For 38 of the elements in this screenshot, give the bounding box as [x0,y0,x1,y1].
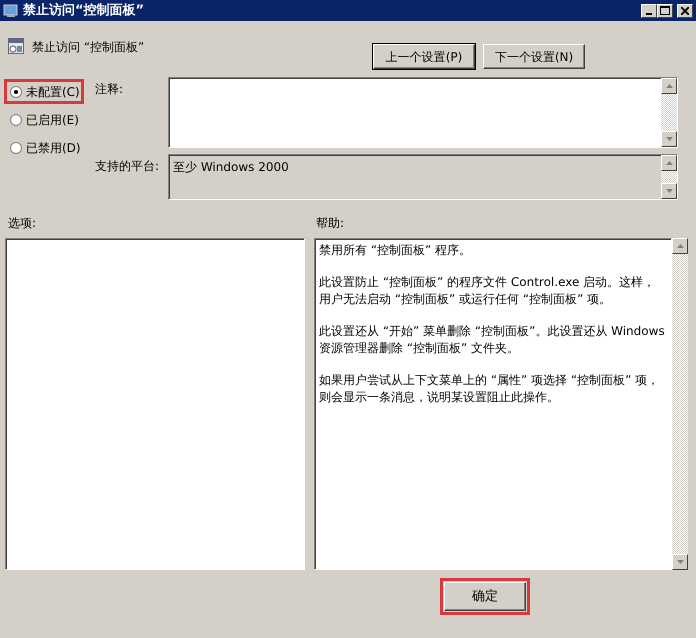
radio-label: 已禁用(D) [26,140,81,156]
radio-button[interactable] [10,86,22,98]
scroll-down-icon [676,560,684,564]
setting-nav-button[interactable]: 上一个设置(P) [373,44,475,69]
help-paragraph: 此设置防止 “控制面板” 的程序文件 Control.exe 启动。这样，用户无法启动 “控制面板” 或运行任何 “控制面板” 项。 [319,274,656,308]
radio-label: 已启用(E) [26,112,79,128]
comment-label: 注释: [95,81,124,98]
help-paragraph: 此设置还从 “开始” 菜单删除 “控制面板”。此设置还从 Windows 资源管理器删除 “控制面板” 文件夹。 [319,323,666,357]
scroll-up-icon [666,84,672,88]
scrollbar[interactable] [661,155,677,199]
platform-label: 支持的平台: [95,158,160,175]
scroll-up-icon [676,244,684,248]
minimize-button[interactable] [641,4,657,18]
setting-nav-button[interactable]: 下一个设置(N) [483,44,585,69]
minimize-icon [646,12,652,14]
policy-icon [8,38,24,54]
options-label: 选项: [8,215,38,232]
scrollbar[interactable] [672,238,688,570]
app-icon [3,4,19,18]
scroll-up-icon [666,161,672,165]
help-paragraph: 禁用所有 “控制面板” 程序。 [319,242,472,259]
maximize-icon [660,6,670,15]
radio-button[interactable] [10,142,22,154]
close-icon [681,6,689,14]
scroll-down-icon [666,189,672,193]
ok-button[interactable]: 确定 [444,582,526,611]
scroll-down-icon [666,137,672,141]
radio-label: 未配置(C) [26,84,80,100]
policy-name: 禁止访问 “控制面板” [32,39,144,56]
window-title: 禁止访问“控制面板” [23,2,144,20]
radio-button[interactable] [10,114,22,126]
maximize-button[interactable] [657,4,673,18]
help-label: 帮助: [316,215,344,232]
help-paragraph: 如果用户尝试从上下文菜单上的 “属性” 项选择 “控制面板” 项，则会显示一条消息，说明某设置阻止此操作。 [319,372,660,406]
comment-field[interactable] [168,77,678,148]
scrollbar[interactable] [661,78,677,147]
platform-value: 至少 Windows 2000 [172,159,290,176]
close-button[interactable] [677,4,693,18]
